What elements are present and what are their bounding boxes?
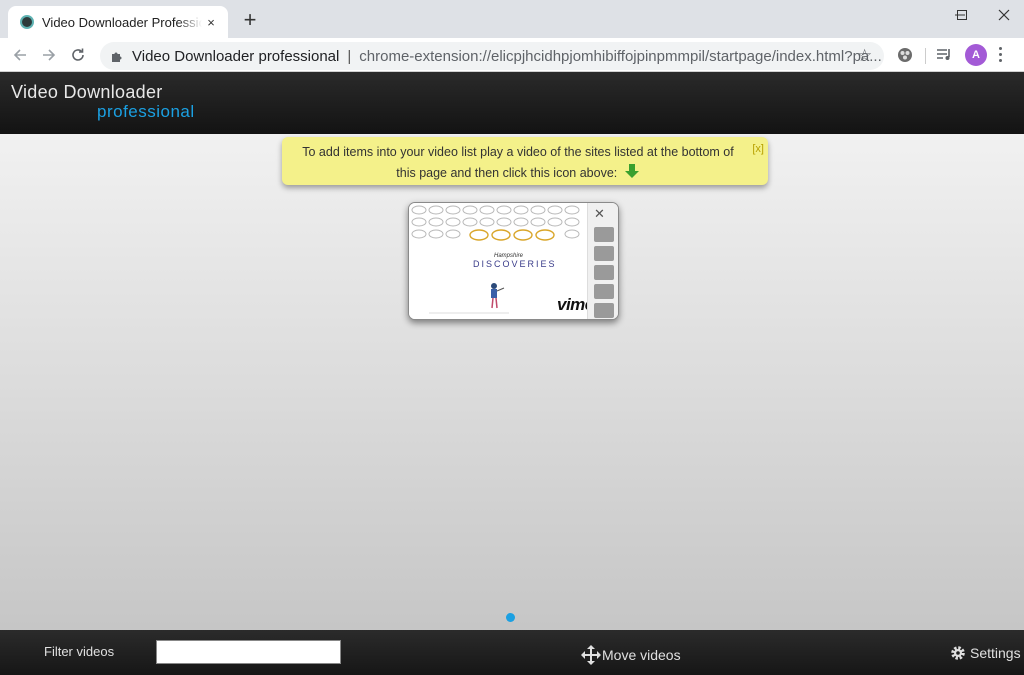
tooltip-close-button[interactable]: [x]	[752, 139, 764, 160]
film-frame	[594, 303, 614, 318]
profile-avatar[interactable]: A	[965, 44, 987, 66]
app-header: Video Downloader professional	[0, 72, 1024, 134]
bookmark-star-icon[interactable]: ☆	[857, 46, 872, 66]
forward-arrow-icon	[43, 49, 56, 61]
logo-title: Video Downloader	[11, 82, 163, 102]
film-frame	[594, 227, 614, 242]
video-list-area: To add items into your video list play a…	[0, 134, 1024, 630]
close-icon	[998, 9, 1010, 21]
back-button[interactable]	[8, 43, 32, 67]
reload-icon	[72, 48, 84, 61]
video-card[interactable]: Hampshire DISCOVERIES vimeo ✕	[408, 202, 619, 320]
close-window-button[interactable]	[982, 0, 1024, 30]
settings-button[interactable]: Settings	[949, 644, 1021, 662]
forward-button[interactable]	[37, 43, 61, 67]
tab-title: Video Downloader Professional	[42, 14, 202, 30]
move-videos-button[interactable]: Move videos	[580, 644, 681, 666]
green-down-arrow-icon	[624, 164, 639, 178]
back-arrow-icon	[13, 49, 26, 61]
page-indicator-dot[interactable]	[506, 613, 515, 622]
tooltip-text: To add items into your video list play a…	[302, 145, 734, 180]
puzzle-piece-icon	[112, 52, 122, 62]
browser-menu-icon[interactable]	[999, 47, 1005, 62]
logo-subtitle: professional	[97, 102, 195, 121]
omnibox-separator: |	[347, 47, 352, 65]
new-tab-button[interactable]: +	[238, 8, 262, 32]
gear-icon	[951, 646, 965, 660]
tab-strip: Video Downloader Professional × +	[0, 0, 1024, 38]
tab-favicon-icon	[20, 15, 34, 29]
maximize-button[interactable]	[940, 0, 984, 30]
browser-toolbar: Video Downloader professional | chrome-e…	[0, 38, 1024, 72]
filter-videos-label: Filter videos	[44, 644, 115, 659]
toolbar-divider	[925, 48, 926, 64]
video-downloader-extension-icon[interactable]	[895, 45, 915, 65]
reload-button[interactable]	[66, 43, 90, 67]
address-bar[interactable]: Video Downloader professional | chrome-e…	[100, 42, 884, 70]
extension-name: Video Downloader professional	[132, 47, 340, 65]
instruction-tooltip: To add items into your video list play a…	[282, 137, 768, 185]
settings-label: Settings	[970, 645, 1021, 661]
maximize-icon	[957, 10, 967, 20]
app-footer: Filter videos Move videos Settings	[0, 630, 1024, 675]
film-frame	[594, 246, 614, 261]
move-videos-label: Move videos	[602, 647, 681, 663]
filmstrip: ✕	[587, 203, 618, 319]
filter-videos-input[interactable]	[156, 640, 341, 664]
browser-tab[interactable]: Video Downloader Professional ×	[8, 6, 228, 38]
tab-close-icon[interactable]: ×	[202, 15, 220, 30]
remove-video-icon[interactable]: ✕	[594, 206, 605, 222]
move-arrows-icon	[581, 645, 601, 665]
address-url[interactable]: chrome-extension://elicpjhcidhpjomhibiff…	[359, 48, 884, 65]
thumbnail-title: DISCOVERIES	[473, 259, 557, 269]
film-frame	[594, 284, 614, 299]
film-frame	[594, 265, 614, 280]
media-playlist-icon[interactable]	[934, 45, 954, 65]
